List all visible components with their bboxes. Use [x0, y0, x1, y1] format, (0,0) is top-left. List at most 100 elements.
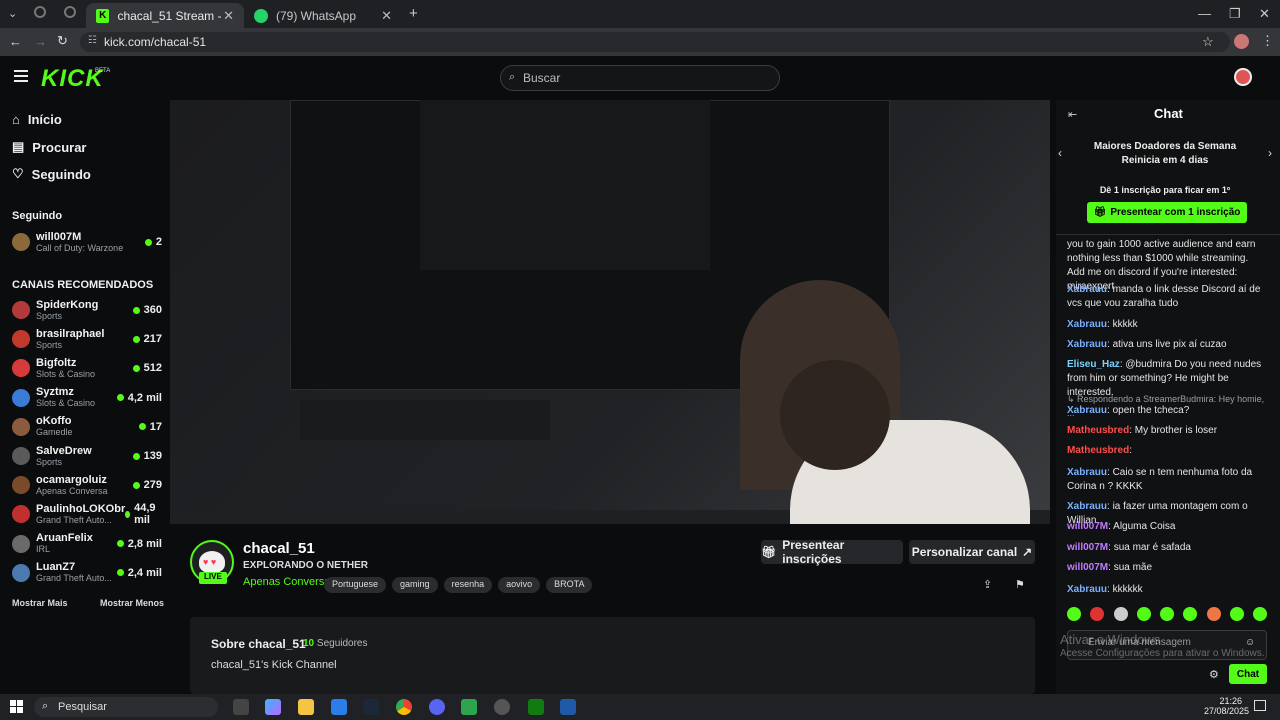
- show-less-link[interactable]: Mostrar Menos: [100, 598, 164, 608]
- emote-icon[interactable]: [1136, 607, 1151, 621]
- channel-name: LuanZ7: [36, 561, 76, 574]
- sidebar-channel[interactable]: Syztmz Slots & Casino 4,2 mil: [12, 385, 162, 411]
- chat-username[interactable]: Xabrauu: [1067, 284, 1107, 295]
- chat-message: Xabrauu: kkkkkk: [1067, 584, 1143, 595]
- close-tab-icon[interactable]: ✕: [223, 8, 234, 24]
- gift-one-sub-button[interactable]: 🎁︎ Presentear com 1 inscrição: [1087, 202, 1247, 223]
- emote-icon[interactable]: [1183, 607, 1198, 621]
- xbox-icon[interactable]: [528, 699, 544, 715]
- app-icon[interactable]: [461, 699, 477, 715]
- sidebar-channel[interactable]: LuanZ7 Grand Theft Auto... 2,4 mil: [12, 560, 162, 586]
- emote-icon[interactable]: [1206, 607, 1221, 621]
- report-icon[interactable]: ⚑: [1015, 578, 1025, 591]
- chat-username[interactable]: Matheusbred: [1067, 425, 1129, 436]
- sidebar-channel[interactable]: oKoffo Gamedle 17: [12, 414, 162, 440]
- tab-whatsapp[interactable]: (79) WhatsApp ✕: [244, 3, 402, 28]
- hamburger-menu-icon[interactable]: [14, 70, 28, 82]
- nested-stream-frame: [420, 100, 710, 270]
- chat-username[interactable]: Xabrauu: [1067, 319, 1107, 330]
- next-arrow-icon[interactable]: ›: [1268, 146, 1272, 160]
- viewer-count: 2,4 mil: [116, 567, 162, 579]
- browser-menu-icon[interactable]: ⋮: [1261, 33, 1274, 49]
- bookmark-star-icon[interactable]: ☆: [1202, 34, 1214, 50]
- sidebar-channel[interactable]: SpiderKong Sports 360: [12, 297, 162, 323]
- tag[interactable]: Portuguese: [324, 577, 387, 593]
- tag[interactable]: BROTA: [546, 577, 593, 593]
- search-input[interactable]: ⌕ Buscar: [500, 65, 780, 91]
- chat-username[interactable]: will007M: [1067, 521, 1108, 532]
- tag[interactable]: gaming: [392, 577, 438, 593]
- sidebar-channel[interactable]: ocamargoluiz Apenas Conversa 279: [12, 472, 162, 498]
- close-window-icon[interactable]: ✕: [1259, 6, 1270, 22]
- chat-username[interactable]: Matheusbred: [1067, 445, 1129, 456]
- sidebar-channel[interactable]: Bigfoltz Slots & Casino 512: [12, 355, 162, 381]
- chat-username[interactable]: Eliseu_Haz: [1067, 359, 1120, 370]
- copilot-icon[interactable]: [265, 699, 281, 715]
- nav-seguindo[interactable]: ♡ Seguindo: [12, 166, 91, 182]
- sidebar-channel[interactable]: PaulinhoLOKObr Grand Theft Auto... 44,9 mi…: [12, 501, 162, 527]
- stream-category[interactable]: Apenas Conversa: [243, 576, 330, 588]
- emote-icon[interactable]: [1229, 607, 1244, 621]
- profile-avatar[interactable]: [1234, 34, 1249, 49]
- minimize-icon[interactable]: —: [1198, 6, 1211, 21]
- nav-procurar[interactable]: ▤ Procurar: [12, 139, 87, 155]
- nav-inicio[interactable]: ⌂ Início: [12, 112, 62, 127]
- task-view-icon[interactable]: [233, 699, 249, 715]
- chat-send-button[interactable]: Chat: [1229, 664, 1267, 684]
- pinned-tab-icon[interactable]: [34, 6, 46, 18]
- chat-username[interactable]: Xabrauu: [1067, 501, 1107, 512]
- chat-username[interactable]: will007M: [1067, 562, 1108, 573]
- live-badge: LIVE: [199, 572, 227, 584]
- chat-username[interactable]: will007M: [1067, 542, 1108, 553]
- taskbar-search[interactable]: ⌕ Pesquisar: [34, 697, 218, 717]
- emote-icon[interactable]: [1067, 607, 1081, 621]
- forward-icon[interactable]: →: [34, 34, 47, 49]
- app-icon[interactable]: [560, 699, 576, 715]
- reload-icon[interactable]: ↻: [57, 33, 68, 49]
- url-field[interactable]: ☷ kick.com/chacal-51: [80, 32, 1230, 52]
- file-explorer-icon[interactable]: [298, 699, 314, 715]
- emoji-icon[interactable]: ☺: [1245, 637, 1255, 648]
- collapse-chat-icon[interactable]: ⇤: [1068, 108, 1077, 121]
- video-player[interactable]: [170, 100, 1050, 524]
- back-icon[interactable]: ←: [9, 34, 22, 49]
- show-more-link[interactable]: Mostrar Mais: [12, 598, 68, 608]
- restore-icon[interactable]: ❐: [1229, 6, 1241, 22]
- emote-icon[interactable]: [1113, 607, 1128, 621]
- store-icon[interactable]: [331, 699, 347, 715]
- steam-icon[interactable]: [363, 699, 379, 715]
- chat-username[interactable]: Xabrauu: [1067, 405, 1107, 416]
- channel-category: Gamedle: [36, 427, 73, 438]
- sidebar-channel[interactable]: brasilraphael Sports 217: [12, 326, 162, 352]
- emote-icon[interactable]: [1253, 607, 1267, 621]
- discord-icon[interactable]: [429, 699, 445, 715]
- emote-icon[interactable]: [1160, 607, 1174, 621]
- tag[interactable]: aovivo: [498, 577, 541, 593]
- new-tab-icon[interactable]: +: [409, 5, 418, 22]
- customize-channel-button[interactable]: Personalizar canal ↗: [909, 540, 1035, 564]
- user-avatar[interactable]: [1234, 68, 1252, 86]
- tag[interactable]: resenha: [443, 577, 493, 593]
- notifications-icon[interactable]: [1254, 700, 1266, 711]
- close-tab-icon[interactable]: ✕: [381, 8, 392, 24]
- obs-icon[interactable]: [494, 699, 510, 715]
- chat-username[interactable]: Xabrauu: [1067, 467, 1107, 478]
- gift-subs-button[interactable]: 🎁︎ Presentear inscrições: [761, 538, 903, 566]
- tab-list-icon[interactable]: ⌄: [8, 7, 17, 20]
- emote-icon[interactable]: [1090, 607, 1105, 621]
- sidebar-channel[interactable]: SalveDrew Sports 139: [12, 443, 162, 469]
- pinned-tab-icon[interactable]: [64, 6, 76, 18]
- chrome-icon[interactable]: [396, 699, 412, 715]
- tab-kick[interactable]: K chacal_51 Stream - Watch Live ✕: [86, 3, 244, 28]
- sidebar-channel[interactable]: AruanFelix IRL 2,8 mil: [12, 531, 162, 557]
- windows-start-icon[interactable]: [10, 700, 23, 713]
- sidebar-channel-will007m[interactable]: will007M Call of Duty: Warzone 2: [12, 229, 162, 255]
- taskbar-clock[interactable]: 21:26 27/08/2025: [1204, 696, 1249, 716]
- chat-username[interactable]: Xabrauu: [1067, 339, 1107, 350]
- prev-arrow-icon[interactable]: ‹: [1058, 146, 1062, 160]
- chat-settings-icon[interactable]: ⚙: [1209, 668, 1219, 681]
- chat-username[interactable]: Xabrauu: [1067, 584, 1107, 595]
- site-info-icon[interactable]: ☷: [88, 35, 97, 46]
- channel-category: Sports: [36, 339, 63, 350]
- share-icon[interactable]: ⇪: [983, 578, 992, 591]
